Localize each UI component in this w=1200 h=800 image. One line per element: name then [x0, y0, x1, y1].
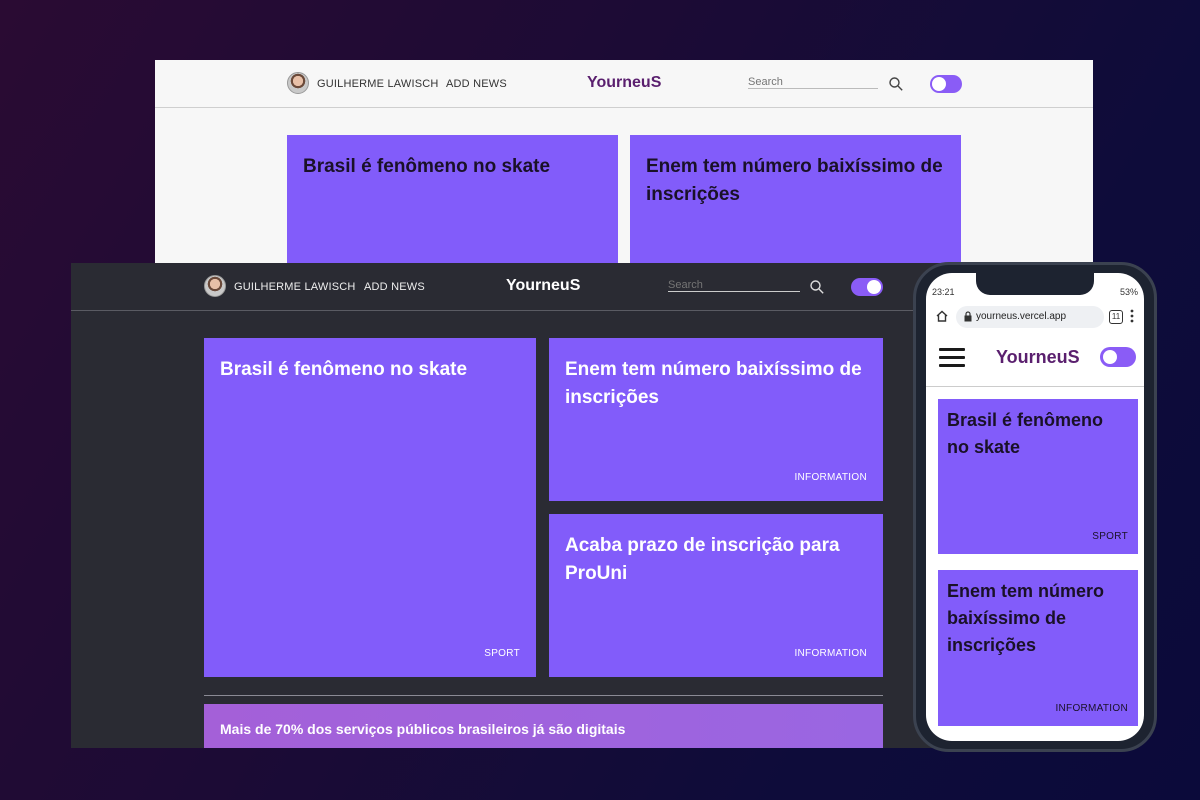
- phone-frame: 23:21 53% yourneus.vercel.app 11 Yourneu…: [913, 262, 1157, 752]
- news-card[interactable]: Brasil é fenômeno no skate: [287, 135, 618, 270]
- news-card[interactable]: Acaba prazo de inscrição para ProUni INF…: [549, 514, 883, 677]
- status-time: 23:21: [932, 287, 955, 297]
- toggle-knob: [932, 77, 946, 91]
- url-bar[interactable]: yourneus.vercel.app: [956, 306, 1104, 328]
- avatar[interactable]: [287, 72, 309, 94]
- toggle-knob: [867, 280, 881, 294]
- news-card[interactable]: Brasil é fenômeno no skate SPORT: [938, 399, 1138, 554]
- news-card-title: Enem tem número baixíssimo de inscrições: [565, 359, 862, 408]
- more-vert-icon[interactable]: [1130, 309, 1134, 323]
- news-card-tag: INFORMATION: [794, 472, 867, 483]
- news-card-title: Brasil é fenômeno no skate: [303, 156, 551, 177]
- status-battery: 53%: [1119, 287, 1138, 297]
- logo[interactable]: YourneuS: [506, 277, 580, 295]
- news-card[interactable]: Enem tem número baixíssimo de inscrições…: [938, 570, 1138, 726]
- phone-notch: [976, 273, 1094, 295]
- theme-toggle[interactable]: [930, 75, 962, 93]
- add-news-link[interactable]: ADD NEWS: [446, 78, 507, 90]
- news-card-title: Brasil é fenômeno no skate: [220, 359, 468, 380]
- news-card[interactable]: Enem tem número baixíssimo de inscrições: [630, 135, 961, 270]
- news-card-title: Enem tem número baixíssimo de inscrições: [947, 581, 1105, 655]
- dark-theme-window: GUILHERME LAWISCH ADD NEWS YourneuS Bras…: [71, 263, 1041, 748]
- news-card-title: Acaba prazo de inscrição para ProUni: [565, 535, 840, 584]
- theme-toggle[interactable]: [1100, 347, 1136, 367]
- news-card-tag: INFORMATION: [1055, 703, 1128, 714]
- news-card-title: Brasil é fenômeno no skate: [947, 410, 1104, 457]
- add-news-link[interactable]: ADD NEWS: [364, 281, 425, 293]
- hamburger-menu-icon[interactable]: [939, 348, 965, 368]
- lock-icon: [964, 311, 972, 322]
- phone-screen: 23:21 53% yourneus.vercel.app 11 Yourneu…: [926, 273, 1144, 741]
- news-card-tag: SPORT: [1092, 531, 1128, 542]
- light-theme-window: GUILHERME LAWISCH ADD NEWS YourneuS Bras…: [155, 60, 1093, 270]
- search-input[interactable]: [748, 76, 878, 89]
- section-divider: [204, 695, 883, 696]
- user-name-link[interactable]: GUILHERME LAWISCH: [317, 78, 439, 90]
- featured-news-banner[interactable]: Mais de 70% dos serviços públicos brasil…: [204, 704, 883, 748]
- news-card-tag: INFORMATION: [794, 648, 867, 659]
- url-text: yourneus.vercel.app: [976, 311, 1067, 322]
- user-name-link[interactable]: GUILHERME LAWISCH: [234, 281, 356, 293]
- phone-nav-divider: [926, 386, 1144, 387]
- theme-toggle[interactable]: [851, 278, 883, 296]
- featured-news-title: Mais de 70% dos serviços públicos brasil…: [220, 721, 626, 737]
- toggle-knob: [1103, 350, 1117, 364]
- logo[interactable]: YourneuS: [587, 74, 661, 92]
- light-navbar: GUILHERME LAWISCH ADD NEWS YourneuS: [155, 60, 1093, 108]
- tabs-count-icon[interactable]: 11: [1109, 310, 1123, 324]
- news-card-tag: SPORT: [484, 648, 520, 659]
- search-input[interactable]: [668, 279, 800, 292]
- search-icon[interactable]: [889, 77, 903, 91]
- avatar[interactable]: [204, 275, 226, 297]
- news-card[interactable]: Enem tem número baixíssimo de inscrições…: [549, 338, 883, 501]
- logo[interactable]: YourneuS: [996, 347, 1080, 368]
- search-icon[interactable]: [810, 280, 824, 294]
- news-card-title: Enem tem número baixíssimo de inscrições: [646, 156, 943, 205]
- home-icon[interactable]: [935, 309, 949, 323]
- news-card[interactable]: Brasil é fenômeno no skate SPORT: [204, 338, 536, 677]
- dark-navbar: GUILHERME LAWISCH ADD NEWS YourneuS: [71, 263, 1041, 311]
